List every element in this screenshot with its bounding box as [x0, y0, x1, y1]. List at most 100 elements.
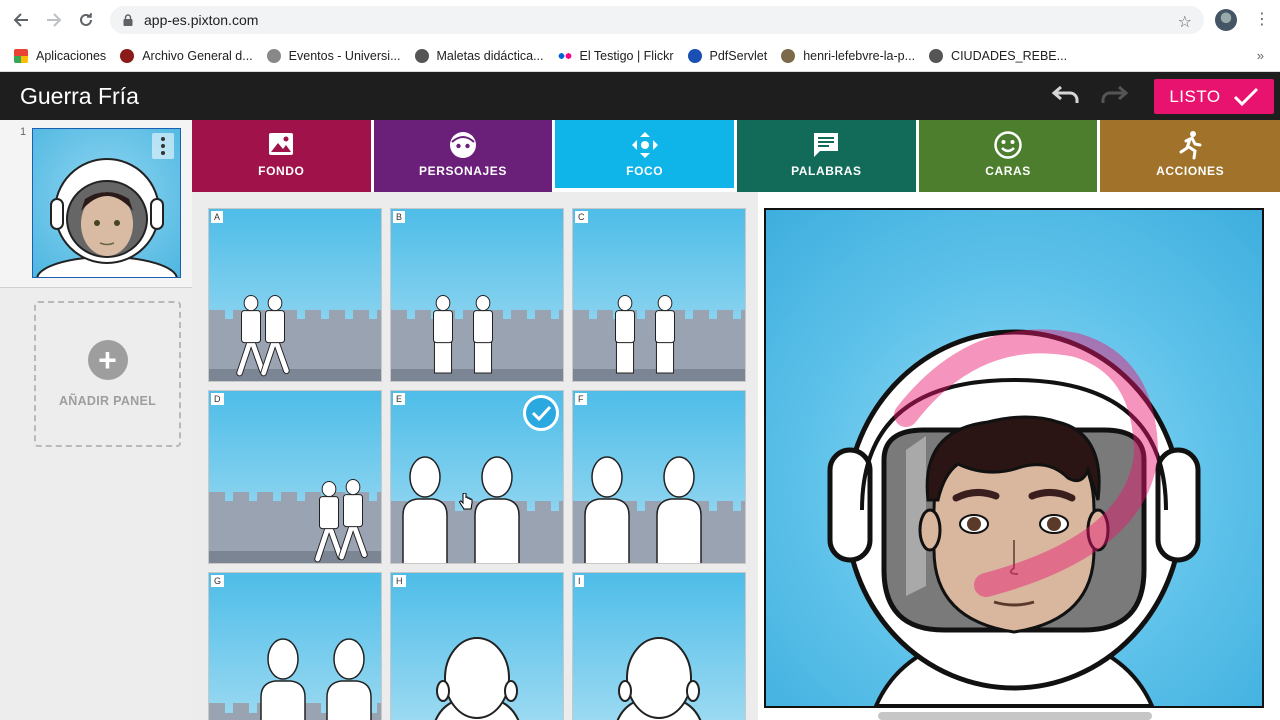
browser-menu-icon[interactable]: ⋮ — [1254, 10, 1270, 30]
focus-option-letter: A — [211, 211, 224, 223]
universidad-icon — [266, 48, 281, 63]
panel-sidebar: 1 + AÑADIR PANEL — [0, 120, 192, 720]
pdf-icon — [687, 48, 702, 63]
reload-icon[interactable] — [73, 7, 99, 33]
focus-option-c[interactable]: C — [572, 208, 746, 382]
hand-cursor-icon — [459, 492, 473, 516]
editor-tabs: FONDO PERSONAJES FOCO PALABRAS CARAS ACCIONES — [192, 120, 1280, 192]
preview-scrollbar[interactable] — [878, 712, 1152, 720]
running-figure-icon — [1175, 130, 1205, 164]
focus-option-letter: G — [211, 575, 225, 587]
bookmark-label: El Testigo | Flickr — [579, 48, 674, 63]
scene-thumbnail — [616, 637, 702, 720]
add-panel-label: AÑADIR PANEL — [58, 394, 157, 408]
focus-options-grid: A B C D E F G H I — [192, 192, 758, 720]
scene-thumbnail — [434, 637, 520, 720]
add-panel-button[interactable]: + AÑADIR PANEL — [34, 301, 181, 447]
focus-option-letter: F — [575, 393, 587, 405]
archivo-icon — [120, 48, 135, 63]
bookmark-item[interactable]: Maletas didáctica... — [414, 48, 544, 63]
focus-option-g[interactable]: G — [208, 572, 382, 720]
character-face-icon — [448, 130, 478, 164]
tab-personajes[interactable]: PERSONAJES — [373, 120, 553, 192]
focus-option-letter: E — [393, 393, 406, 405]
focus-move-icon — [630, 130, 660, 164]
focus-option-f[interactable]: F — [572, 390, 746, 564]
focus-option-e[interactable]: E — [390, 390, 564, 564]
panel-options-icon[interactable] — [152, 133, 174, 159]
panel-thumbnail[interactable] — [32, 128, 181, 278]
bookmark-label: CIUDADES_REBE... — [951, 48, 1068, 63]
scene-thumbnail — [573, 294, 745, 381]
bookmarks-overflow-icon[interactable]: » — [1257, 48, 1264, 63]
focus-option-a[interactable]: A — [208, 208, 382, 382]
profile-avatar[interactable] — [1215, 9, 1237, 31]
panel-number: 1 — [20, 126, 27, 138]
bookmark-label: henri-lefebvre-la-p... — [803, 48, 916, 63]
tab-palabras[interactable]: PALABRAS — [737, 120, 916, 192]
maletas-icon — [414, 48, 429, 63]
globe-icon — [929, 48, 944, 63]
focus-option-i[interactable]: I — [572, 572, 746, 720]
scene-thumbnail — [391, 294, 563, 381]
focus-option-h[interactable]: H — [390, 572, 564, 720]
tab-caras[interactable]: CARAS — [918, 120, 1098, 192]
tab-fondo[interactable]: FONDO — [192, 120, 371, 192]
focus-option-letter: C — [575, 211, 588, 223]
focus-option-b[interactable]: B — [390, 208, 564, 382]
tab-label: CARAS — [985, 164, 1031, 178]
bookmark-label: Maletas didáctica... — [436, 48, 544, 63]
redo-icon[interactable] — [1098, 84, 1130, 108]
bookmark-star-icon[interactable]: ☆ — [1178, 12, 1192, 32]
focus-option-letter: D — [211, 393, 224, 405]
forward-arrow-icon[interactable] — [41, 7, 67, 33]
tab-foco[interactable]: FOCO — [555, 120, 735, 192]
bookmark-label: PdfServlet — [709, 48, 768, 63]
bookmark-item[interactable]: henri-lefebvre-la-p... — [781, 48, 916, 63]
scene-thumbnail — [573, 456, 745, 563]
bookmark-item[interactable]: Eventos - Universi... — [266, 48, 401, 63]
book-icon — [781, 48, 796, 63]
address-bar[interactable]: app-es.pixton.com ☆ — [110, 6, 1204, 34]
done-button[interactable]: LISTO — [1154, 79, 1274, 114]
bookmarks-bar: Aplicaciones Archivo General d... Eventos … — [0, 40, 1280, 72]
tab-label: PALABRAS — [791, 164, 862, 178]
comic-title[interactable]: Guerra Fría — [20, 83, 139, 110]
bookmark-label: Archivo General d... — [142, 48, 253, 63]
undo-icon[interactable] — [1050, 84, 1082, 108]
bookmark-item[interactable]: PdfServlet — [687, 48, 768, 63]
url-text: app-es.pixton.com — [144, 12, 259, 28]
focus-option-letter: I — [575, 575, 584, 587]
bookmark-item[interactable]: Aplicaciones — [14, 48, 107, 63]
browser-toolbar: app-es.pixton.com ☆ ⋮ — [0, 0, 1280, 40]
plus-icon: + — [87, 340, 128, 380]
bookmark-label: Aplicaciones — [36, 48, 107, 63]
focus-option-letter: B — [393, 211, 406, 223]
lock-icon — [123, 14, 133, 26]
panel-list: 1 — [0, 120, 192, 288]
tab-label: PERSONAJES — [418, 164, 508, 178]
tab-label: FONDO — [258, 164, 305, 178]
back-arrow-icon[interactable] — [8, 7, 34, 33]
speech-bubble-icon — [811, 130, 841, 164]
bookmark-item[interactable]: CIUDADES_REBE... — [929, 48, 1068, 63]
tab-label: ACCIONES — [1156, 164, 1225, 178]
scene-thumbnail — [209, 638, 381, 720]
flickr-icon — [557, 48, 572, 63]
focus-option-d[interactable]: D — [208, 390, 382, 564]
bookmark-item[interactable]: El Testigo | Flickr — [557, 48, 674, 63]
panel-preview[interactable] — [764, 208, 1264, 708]
app-header: Guerra Fría LISTO — [0, 72, 1280, 120]
scene-thumbnail — [209, 478, 381, 563]
bookmark-item[interactable]: Archivo General d... — [120, 48, 253, 63]
tab-acciones[interactable]: ACCIONES — [1100, 120, 1280, 192]
image-icon — [267, 130, 295, 164]
done-label: LISTO — [1169, 86, 1221, 106]
checkmark-icon — [1233, 87, 1258, 106]
apps-grid-icon — [14, 48, 28, 63]
selected-check-icon — [523, 395, 559, 431]
astronaut-preview-image — [827, 329, 1201, 706]
smiley-icon — [993, 130, 1023, 164]
scene-thumbnail — [209, 294, 381, 381]
tab-label: FOCO — [626, 164, 664, 178]
